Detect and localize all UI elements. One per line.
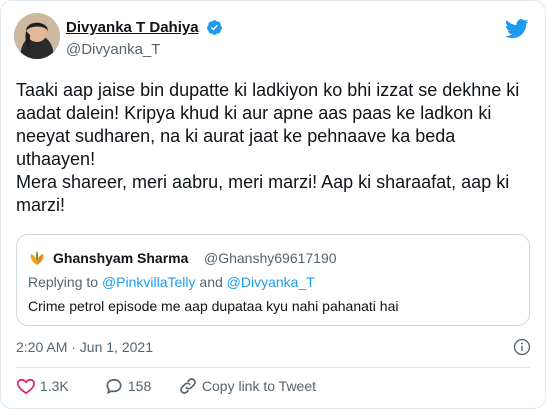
- info-icon[interactable]: [513, 338, 531, 356]
- quoted-tweet[interactable]: Ghanshyam Sharma @Ghanshy69617190 Replyi…: [16, 234, 530, 326]
- author-avatar[interactable]: [14, 13, 60, 59]
- copy-link-button[interactable]: Copy link to Tweet: [178, 376, 316, 400]
- replying-and-text: and: [195, 274, 227, 290]
- author-display-name[interactable]: Divyanka T Dahiya: [66, 19, 199, 36]
- reply-bubble-icon: [106, 378, 122, 395]
- like-button[interactable]: 1.3K: [16, 376, 69, 400]
- actions-divider: [16, 367, 530, 368]
- tweet-timestamp[interactable]: 2:20 AM · Jun 1, 2021: [16, 339, 153, 355]
- quoted-author-avatar: [28, 249, 46, 267]
- like-count: 1.3K: [39, 378, 69, 394]
- link-icon: [180, 378, 196, 394]
- reply-mention-link[interactable]: @PinkvillaTelly: [102, 274, 196, 290]
- quoted-author-name: Ghanshyam Sharma: [53, 250, 189, 266]
- tweet-card: Divyanka T Dahiya @Divyanka_T Taaki aap …: [0, 0, 546, 409]
- reply-button[interactable]: 158: [104, 376, 151, 400]
- author-names: Divyanka T Dahiya @Divyanka_T: [66, 19, 223, 58]
- heart-icon: [17, 378, 35, 395]
- tweet-text: Taaki aap jaise bin dupatte ki ladkiyon …: [16, 79, 534, 217]
- tweet-paragraph: Mera shareer, meri aabru, meri marzi! Aa…: [16, 172, 510, 215]
- quoted-tweet-text: Crime petrol episode me aap dupataa kyu …: [28, 298, 399, 314]
- tweet-paragraph: Taaki aap jaise bin dupatte ki ladkiyon …: [16, 80, 520, 169]
- author-handle[interactable]: @Divyanka_T: [66, 41, 223, 58]
- copy-link-label: Copy link to Tweet: [201, 378, 317, 394]
- replying-to-prefix: Replying to: [28, 274, 102, 290]
- reply-count: 158: [127, 378, 152, 394]
- quoted-author-handle: @Ghanshy69617190: [204, 250, 337, 266]
- tweet-header: Divyanka T Dahiya @Divyanka_T: [14, 13, 531, 61]
- reply-mention-link[interactable]: @Divyanka_T: [227, 274, 315, 290]
- verified-badge-icon: [207, 20, 222, 36]
- replying-to-line: Replying to @PinkvillaTelly and @Divyank…: [28, 274, 315, 290]
- twitter-bird-icon[interactable]: [505, 19, 529, 39]
